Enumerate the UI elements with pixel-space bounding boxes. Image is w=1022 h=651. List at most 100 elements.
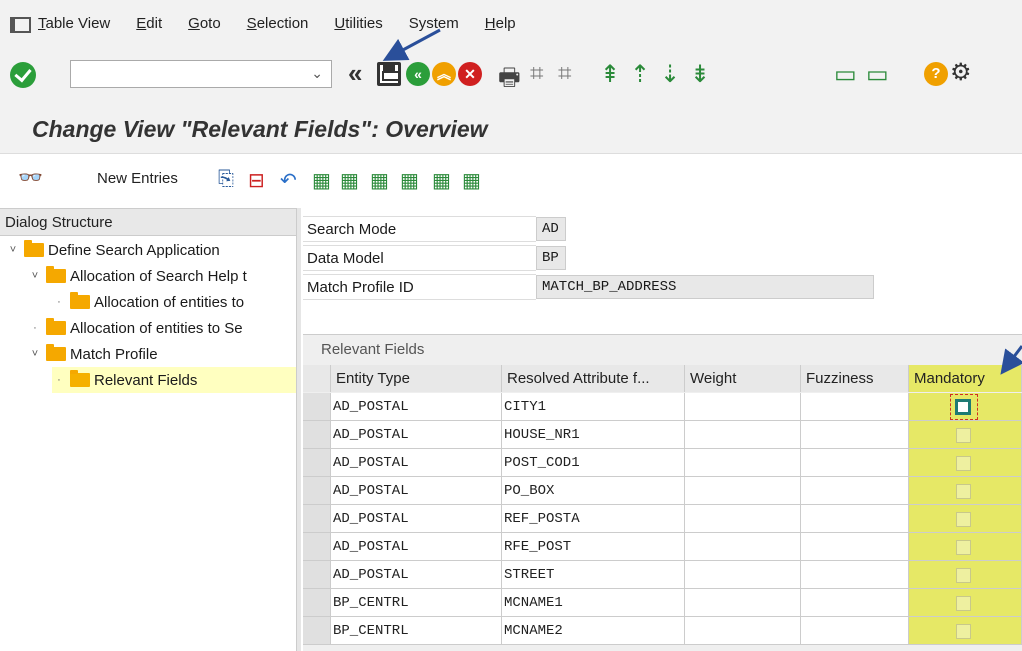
tree-item[interactable]: · Allocation of entities to [52, 289, 244, 315]
table-cell-fuzziness[interactable] [801, 589, 909, 617]
menu-item-table-view[interactable]: Table View [38, 15, 110, 32]
next-page-icon[interactable]: ⇣ [660, 60, 680, 88]
table-cell-fuzziness[interactable] [801, 477, 909, 505]
display-change-icon[interactable]: 👓 [18, 165, 43, 190]
cancel-icon[interactable]: ✕ [458, 62, 482, 86]
table-cell-fuzziness[interactable] [801, 505, 909, 533]
back-icon[interactable]: « [406, 62, 430, 86]
mandatory-checkbox[interactable] [956, 540, 971, 555]
table-cell-fuzziness[interactable] [801, 533, 909, 561]
mandatory-checkbox[interactable] [955, 399, 971, 415]
table-cell-attr: MCNAME2 [502, 617, 685, 645]
table-cell-weight[interactable] [685, 617, 801, 645]
row-selector[interactable] [303, 449, 331, 477]
row-selector[interactable] [303, 505, 331, 533]
mandatory-checkbox[interactable] [956, 512, 971, 527]
find-icon[interactable]: ⌗ [530, 60, 544, 88]
column-header[interactable]: Mandatory [909, 365, 1022, 392]
select-block-icon[interactable]: ▦ [340, 168, 359, 193]
column-header[interactable]: Weight [685, 365, 801, 392]
table-cell-entity: BP_CENTRL [331, 617, 502, 645]
chevron-down-icon[interactable]: ⌄ [311, 65, 323, 82]
table-cell-fuzziness[interactable] [801, 393, 909, 421]
previous-page-icon[interactable]: ⇡ [630, 60, 650, 88]
row-selector[interactable] [303, 393, 331, 421]
table-cell-mandatory [909, 421, 1022, 449]
table-cell-weight[interactable] [685, 589, 801, 617]
menu-item-goto[interactable]: Goto [188, 15, 221, 32]
table-cell-entity: AD_POSTAL [331, 477, 502, 505]
row-selector[interactable] [303, 533, 331, 561]
table-cell-fuzziness[interactable] [801, 449, 909, 477]
select-all-icon[interactable]: ▦ [312, 168, 331, 193]
table-cell-weight[interactable] [685, 393, 801, 421]
chevron-down-icon[interactable]: ˅ [28, 348, 42, 360]
table-cell-weight[interactable] [685, 533, 801, 561]
command-field[interactable]: ⌄ [70, 60, 332, 88]
save-icon[interactable] [377, 62, 401, 86]
tree-item[interactable]: ˅ Define Search Application [6, 237, 220, 263]
choose-icon[interactable]: ▦ [462, 168, 481, 193]
select-all-rows-button[interactable] [303, 365, 331, 392]
dialog-structure-panel: Dialog Structure ˅ Define Search Applicat… [0, 208, 296, 651]
exit-icon[interactable]: ︽ [432, 62, 456, 86]
last-page-icon[interactable]: ⇟ [690, 60, 710, 88]
chevron-down-icon[interactable]: ˅ [28, 270, 42, 282]
settings-gear-icon[interactable]: ⚙ [950, 58, 972, 86]
check-icon[interactable] [10, 62, 36, 88]
mandatory-checkbox[interactable] [956, 596, 971, 611]
menu-item-help[interactable]: Help [485, 15, 516, 32]
table-cell-weight[interactable] [685, 449, 801, 477]
tree-item[interactable]: · Allocation of entities to Se [28, 315, 243, 341]
print-icon[interactable]: 🖶 [498, 60, 521, 91]
create-session-icon[interactable]: ▭ [834, 60, 857, 88]
table-cell-entity: AD_POSTAL [331, 449, 502, 477]
mandatory-checkbox[interactable] [956, 624, 971, 639]
tree-item[interactable]: ˅ Match Profile [28, 341, 158, 367]
menu-icon[interactable] [10, 17, 31, 33]
column-header[interactable]: Resolved Attribute f... [502, 365, 685, 392]
delete-icon[interactable]: ⊟ [248, 168, 265, 193]
table-cell-fuzziness[interactable] [801, 561, 909, 589]
row-selector[interactable] [303, 421, 331, 449]
table-cell-weight[interactable] [685, 505, 801, 533]
table-cell-weight[interactable] [685, 477, 801, 505]
row-selector[interactable] [303, 617, 331, 645]
table-cell-fuzziness[interactable] [801, 617, 909, 645]
menu-item-utilities[interactable]: Utilities [334, 15, 382, 32]
row-selector[interactable] [303, 589, 331, 617]
mandatory-checkbox[interactable] [956, 456, 971, 471]
menu-item-edit[interactable]: Edit [136, 15, 162, 32]
deselect-all-icon[interactable]: ▦ [370, 168, 389, 193]
mandatory-checkbox[interactable] [956, 484, 971, 499]
panel-splitter[interactable] [296, 208, 301, 651]
table-cell-mandatory [909, 589, 1022, 617]
first-page-icon[interactable]: ⇞ [600, 60, 620, 88]
tree-item[interactable]: ˅ Allocation of Search Help t [28, 263, 247, 289]
table-cell-mandatory [909, 561, 1022, 589]
table-cell-fuzziness[interactable] [801, 421, 909, 449]
mandatory-checkbox[interactable] [956, 568, 971, 583]
menu-item-system[interactable]: System [409, 15, 459, 32]
row-selector[interactable] [303, 561, 331, 589]
tree-item[interactable]: · Relevant Fields [52, 367, 296, 393]
details-icon[interactable]: ▦ [432, 168, 451, 193]
mandatory-checkbox[interactable] [956, 428, 971, 443]
table-cell-entity: AD_POSTAL [331, 421, 502, 449]
back-double-icon[interactable]: « [348, 58, 362, 88]
column-header[interactable]: Entity Type [331, 365, 502, 392]
menu-item-selection[interactable]: Selection [247, 15, 309, 32]
row-selector[interactable] [303, 477, 331, 505]
find-next-icon[interactable]: ⌗ [558, 60, 572, 88]
undo-change-icon[interactable]: ↶ [280, 168, 297, 193]
new-entries-button[interactable]: New Entries [97, 170, 178, 187]
column-header[interactable]: Fuzziness [801, 365, 909, 392]
chevron-down-icon[interactable]: ˅ [6, 244, 20, 256]
table-cell-weight[interactable] [685, 421, 801, 449]
table-cell-mandatory [909, 393, 1022, 421]
copy-as-icon[interactable]: ⎘ [218, 168, 234, 191]
table-cell-weight[interactable] [685, 561, 801, 589]
deselect-block-icon[interactable]: ▦ [400, 168, 419, 193]
help-icon[interactable]: ? [924, 62, 948, 86]
shortcut-icon[interactable]: ▭ [866, 60, 889, 88]
